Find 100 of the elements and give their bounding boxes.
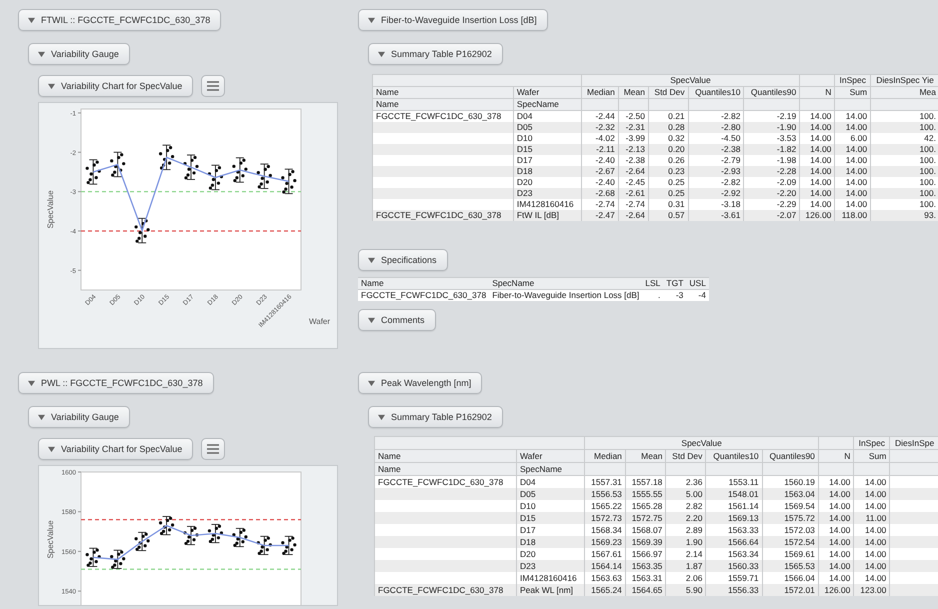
table-cell: D23 — [516, 560, 585, 572]
column-header: Sum — [854, 450, 890, 462]
outline-header[interactable]: Peak Wavelength [nm] — [358, 372, 482, 394]
table-cell: -2.31 — [618, 122, 648, 133]
table-cell: 1563.35 — [625, 560, 666, 572]
table-cell: 1565.53 — [762, 560, 818, 572]
table-cell: 1.90 — [666, 536, 706, 548]
table-cell: 14.00 — [800, 166, 835, 177]
table-cell: -1.82 — [744, 144, 800, 155]
outline-header[interactable]: Variability Gauge — [28, 43, 130, 65]
table-cell: . — [642, 290, 664, 301]
table-cell: -2.80 — [688, 122, 744, 133]
table-cell: 0.20 — [648, 144, 688, 155]
table-cell: 1556.53 — [584, 488, 626, 500]
table-cell: 1.87 — [666, 560, 706, 572]
table-cell: 1572.75 — [625, 512, 666, 524]
table-cell: -2.93 — [688, 166, 744, 177]
axis-title: SpecValue — [46, 190, 55, 229]
table-cell: 123.00 — [854, 584, 890, 596]
outline-header[interactable]: Fiber-to-Waveguide Insertion Loss [dB] — [358, 9, 548, 31]
table-cell: 1560.33 — [706, 560, 762, 572]
table-cell: FGCCTE_FCWFC1DC_630_378 — [372, 210, 514, 221]
column-header: SpecValue — [584, 436, 818, 450]
table-cell: -2.11 — [581, 144, 618, 155]
column-header: SpecName — [489, 278, 642, 290]
table-cell: -2.61 — [618, 188, 648, 199]
table-cell: -1.90 — [744, 122, 800, 133]
column-header: Name — [374, 450, 516, 462]
table-cell: Fiber-to-Waveguide Insertion Loss [dB] — [489, 290, 642, 301]
outline-header[interactable]: FTWIL :: FGCCTE_FCWFC1DC_630_378 — [18, 9, 222, 31]
table-cell: -2.68 — [581, 188, 618, 199]
column-header: Std Dev — [666, 450, 706, 462]
table-cell: Peak WL [nm] — [516, 584, 585, 596]
table-cell: FGCCTE_FCWFC1DC_630_378 — [374, 584, 516, 596]
column-header: Name — [372, 98, 514, 110]
table-cell: 14.00 — [834, 144, 871, 155]
axis-title: SpecValue — [46, 520, 55, 559]
table-cell: 14.00 — [818, 512, 854, 524]
table-cell: 1572.73 — [584, 512, 626, 524]
outline-header[interactable]: Variability Chart for SpecValue — [38, 438, 194, 460]
table-cell: 118.00 — [834, 210, 871, 221]
table-cell: 0.28 — [648, 122, 688, 133]
table-cell: 0.57 — [648, 210, 688, 221]
table-cell: D15 — [513, 144, 582, 155]
menu-icon — [207, 444, 220, 454]
column-header: Mean — [625, 450, 666, 462]
table-cell: 14.00 — [818, 560, 854, 572]
axis-title: Wafer — [309, 317, 330, 326]
table-cell: 1564.65 — [625, 584, 666, 596]
table-cell: -2.32 — [581, 122, 618, 133]
column-header: DiesInSpe — [890, 436, 938, 450]
column-header: Name — [374, 462, 516, 476]
table-cell: -2.64 — [618, 210, 648, 221]
table-cell: 14.00 — [818, 488, 854, 500]
column-header: Quantiles90 — [762, 450, 818, 462]
table-cell: -2.07 — [744, 210, 800, 221]
table-cell: 14.00 — [834, 122, 871, 133]
column-header: TGT — [663, 278, 686, 290]
column-header: InSpec — [854, 436, 890, 450]
table-cell: 1548.01 — [706, 488, 762, 500]
column-header: SpecValue — [581, 74, 800, 86]
table-cell: 1575.72 — [762, 512, 818, 524]
table-cell: 14.00 — [854, 488, 890, 500]
table-cell: 1569.39 — [625, 536, 666, 548]
outline-header[interactable]: Summary Table P162902 — [368, 43, 503, 65]
table-cell: 14.00 — [818, 536, 854, 548]
table-cell: 1563.04 — [762, 488, 818, 500]
table-cell: 1569.13 — [706, 512, 762, 524]
table-cell: 1572.01 — [762, 584, 818, 596]
table-cell: -2.13 — [618, 144, 648, 155]
table-cell: FGCCTE_FCWFC1DC_630_378 — [358, 290, 490, 301]
table-cell: D18 — [516, 536, 585, 548]
column-header: Name — [372, 86, 514, 98]
outline-header[interactable]: Variability Gauge — [28, 406, 130, 428]
table-cell: 126.00 — [800, 210, 835, 221]
outline-header[interactable]: PWL :: FGCCTE_FCWFC1DC_630_378 — [18, 372, 214, 394]
menu-button[interactable] — [201, 75, 226, 97]
table-cell: FtW IL [dB] — [513, 210, 582, 221]
outline-header[interactable]: Specifications — [358, 249, 448, 271]
table-cell: 100. — [870, 188, 938, 199]
outline-header[interactable]: Summary Table P162902 — [368, 406, 503, 428]
menu-button[interactable] — [201, 438, 226, 460]
table-cell: 1572.54 — [762, 536, 818, 548]
outline-header[interactable]: Variability Chart for SpecValue — [38, 75, 194, 97]
table-cell: -2.92 — [688, 188, 744, 199]
table-cell: -4 — [686, 290, 709, 301]
table-cell: 1555.55 — [625, 488, 666, 500]
column-header: Name — [358, 278, 490, 290]
column-header: Quantiles10 — [688, 86, 744, 98]
column-header: LSL — [642, 278, 664, 290]
table-cell: 14.00 — [854, 536, 890, 548]
table-cell: 14.00 — [800, 122, 835, 133]
table-cell: 100. — [870, 144, 938, 155]
menu-icon — [207, 81, 220, 91]
table-cell: 93. — [870, 210, 938, 221]
table-cell: 1566.64 — [706, 536, 762, 548]
column-header: DiesInSpec Yie — [870, 74, 938, 86]
table-cell: 14.00 — [834, 188, 871, 199]
table-cell: 2.20 — [666, 512, 706, 524]
outline-header[interactable]: Comments — [358, 309, 436, 331]
